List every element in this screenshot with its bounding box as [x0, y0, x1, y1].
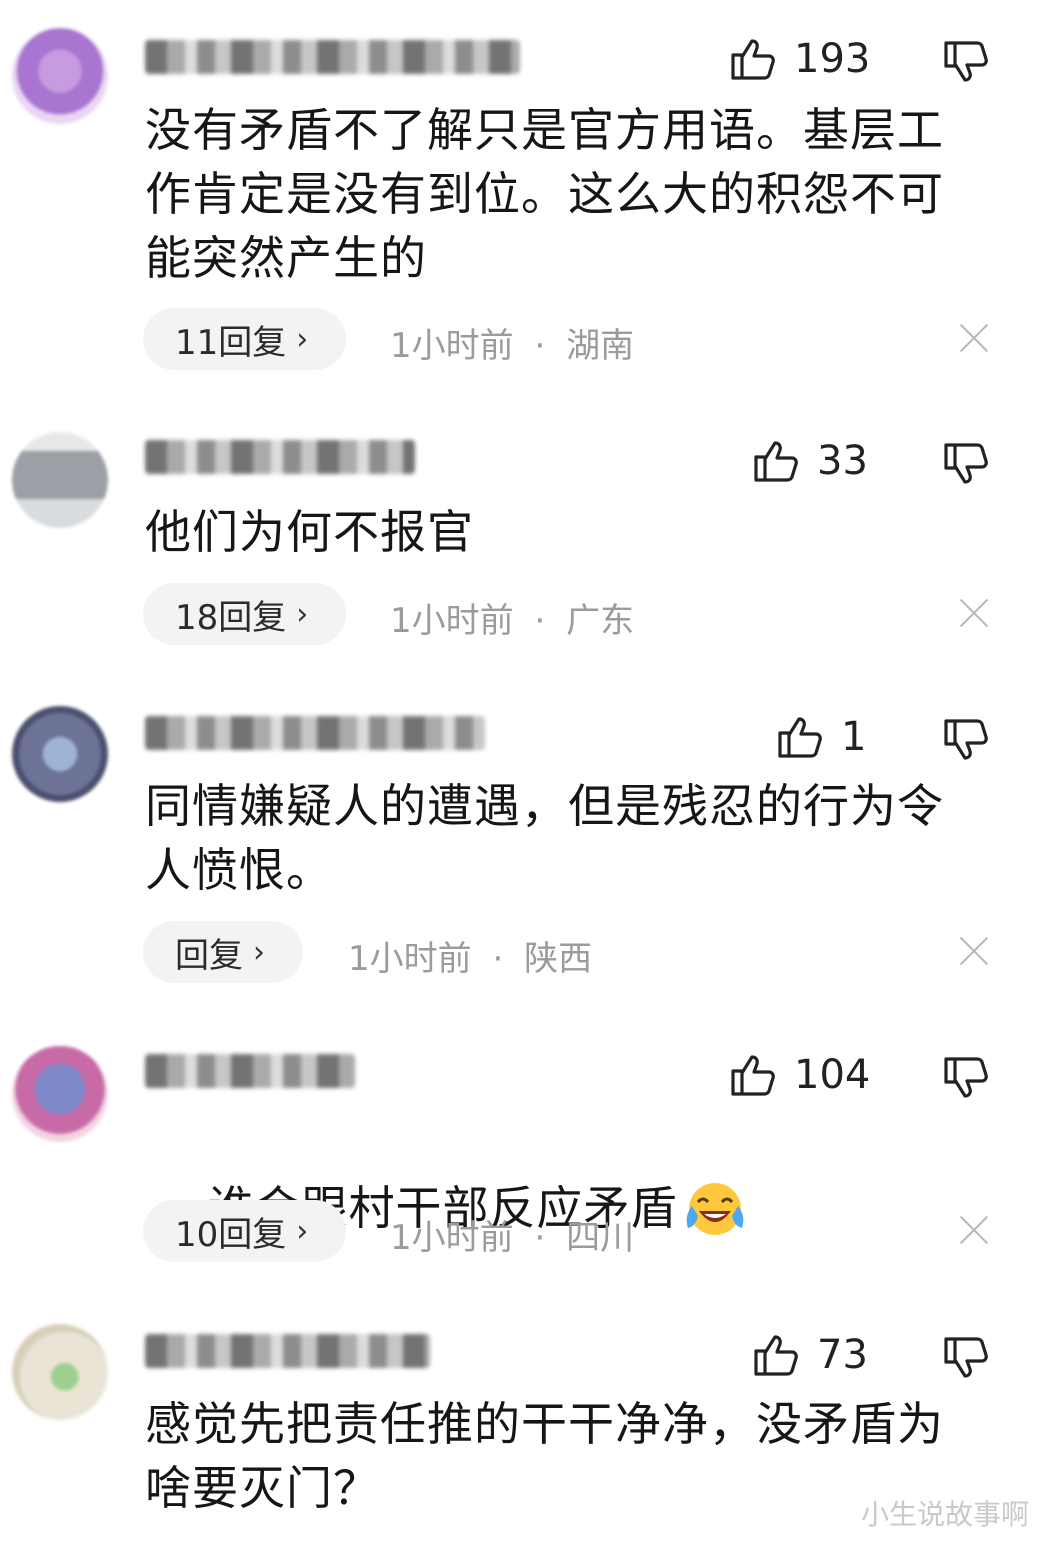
chevron-right-icon: › — [296, 596, 309, 632]
close-icon[interactable] — [958, 1214, 990, 1246]
like-count: 193 — [794, 36, 871, 82]
comment-location: 广东 — [566, 601, 635, 641]
reply-button[interactable]: 回复 › — [143, 921, 303, 983]
like-button[interactable]: 1 — [777, 714, 866, 760]
like-count: 104 — [794, 1052, 871, 1098]
comment-meta: 1小时前 · 陕西 — [348, 931, 592, 980]
thumbs-up-icon — [753, 1333, 799, 1377]
thumbs-down-icon[interactable] — [943, 1336, 989, 1380]
avatar[interactable] — [12, 432, 108, 528]
chevron-right-icon: › — [296, 1213, 309, 1249]
comment-time: 1小时前 — [390, 326, 514, 366]
separator-dot: · — [534, 326, 546, 366]
username-blurred[interactable] — [145, 1334, 430, 1368]
watermark: 小生说故事啊 — [860, 1498, 1029, 1531]
like-button[interactable]: 73 — [753, 1332, 868, 1378]
thumbs-down-icon[interactable] — [943, 718, 989, 762]
reply-count: 10回复 — [175, 1214, 287, 1255]
comment-time: 1小时前 — [348, 939, 472, 979]
avatar[interactable] — [12, 1324, 108, 1420]
avatar[interactable] — [12, 28, 108, 124]
username-blurred[interactable] — [145, 40, 520, 74]
separator-dot: · — [534, 601, 546, 641]
comment-meta: 1小时前 · 湖南 — [390, 318, 634, 367]
close-icon[interactable] — [958, 935, 990, 967]
comment-location: 陕西 — [524, 939, 593, 979]
reply-button[interactable]: 10回复 › — [143, 1200, 347, 1262]
close-icon[interactable] — [958, 322, 990, 354]
thumbs-down-icon[interactable] — [943, 40, 989, 84]
thumbs-up-icon — [753, 439, 799, 483]
laughing-crying-emoji-icon — [682, 1178, 748, 1238]
comment-meta: 1小时前 · 四川 — [390, 1210, 634, 1259]
like-button[interactable]: 104 — [730, 1052, 870, 1098]
reply-count: 回复 — [175, 935, 243, 976]
thumbs-up-icon — [777, 715, 823, 759]
comment-location: 四川 — [566, 1218, 635, 1258]
avatar[interactable] — [12, 706, 108, 802]
like-count: 73 — [817, 1332, 868, 1378]
chevron-right-icon: › — [253, 934, 265, 970]
reply-count: 18回复 — [175, 597, 287, 638]
separator-dot: · — [492, 939, 504, 979]
comment-text: 感觉先把责任推的干干净净，没矛盾为啥要灭门？ — [145, 1397, 944, 1515]
comment-time: 1小时前 — [390, 601, 514, 641]
comment-meta: 1小时前 · 广东 — [390, 593, 634, 642]
separator-dot: · — [534, 1218, 546, 1258]
comment-text: 他们为何不报官 — [145, 505, 474, 559]
thumbs-down-icon[interactable] — [943, 442, 989, 486]
avatar[interactable] — [12, 1046, 108, 1142]
thumbs-down-icon[interactable] — [943, 1056, 989, 1100]
thumbs-up-icon — [730, 37, 776, 81]
username-blurred[interactable] — [145, 440, 415, 474]
reply-button[interactable]: 18回复 › — [143, 583, 347, 645]
like-button[interactable]: 33 — [753, 438, 868, 484]
comment-location: 湖南 — [566, 326, 635, 366]
close-icon[interactable] — [958, 597, 990, 629]
chevron-right-icon: › — [296, 321, 309, 357]
comment-time: 1小时前 — [390, 1218, 514, 1258]
comment-text: 同情嫌疑人的遭遇，但是残忍的行为令人愤恨。 — [145, 779, 944, 897]
username-blurred[interactable] — [145, 716, 485, 750]
like-count: 33 — [817, 438, 868, 484]
like-count: 1 — [841, 714, 867, 760]
reply-button[interactable]: 11回复 › — [143, 308, 347, 370]
thumbs-up-icon — [730, 1053, 776, 1097]
username-blurred[interactable] — [145, 1054, 355, 1088]
like-button[interactable]: 193 — [730, 36, 870, 82]
reply-count: 11回复 — [175, 322, 287, 363]
comment-text: 没有矛盾不了解只是官方用语。基层工作肯定是没有到位。这么大的积怨不可能突然产生的 — [145, 103, 944, 285]
